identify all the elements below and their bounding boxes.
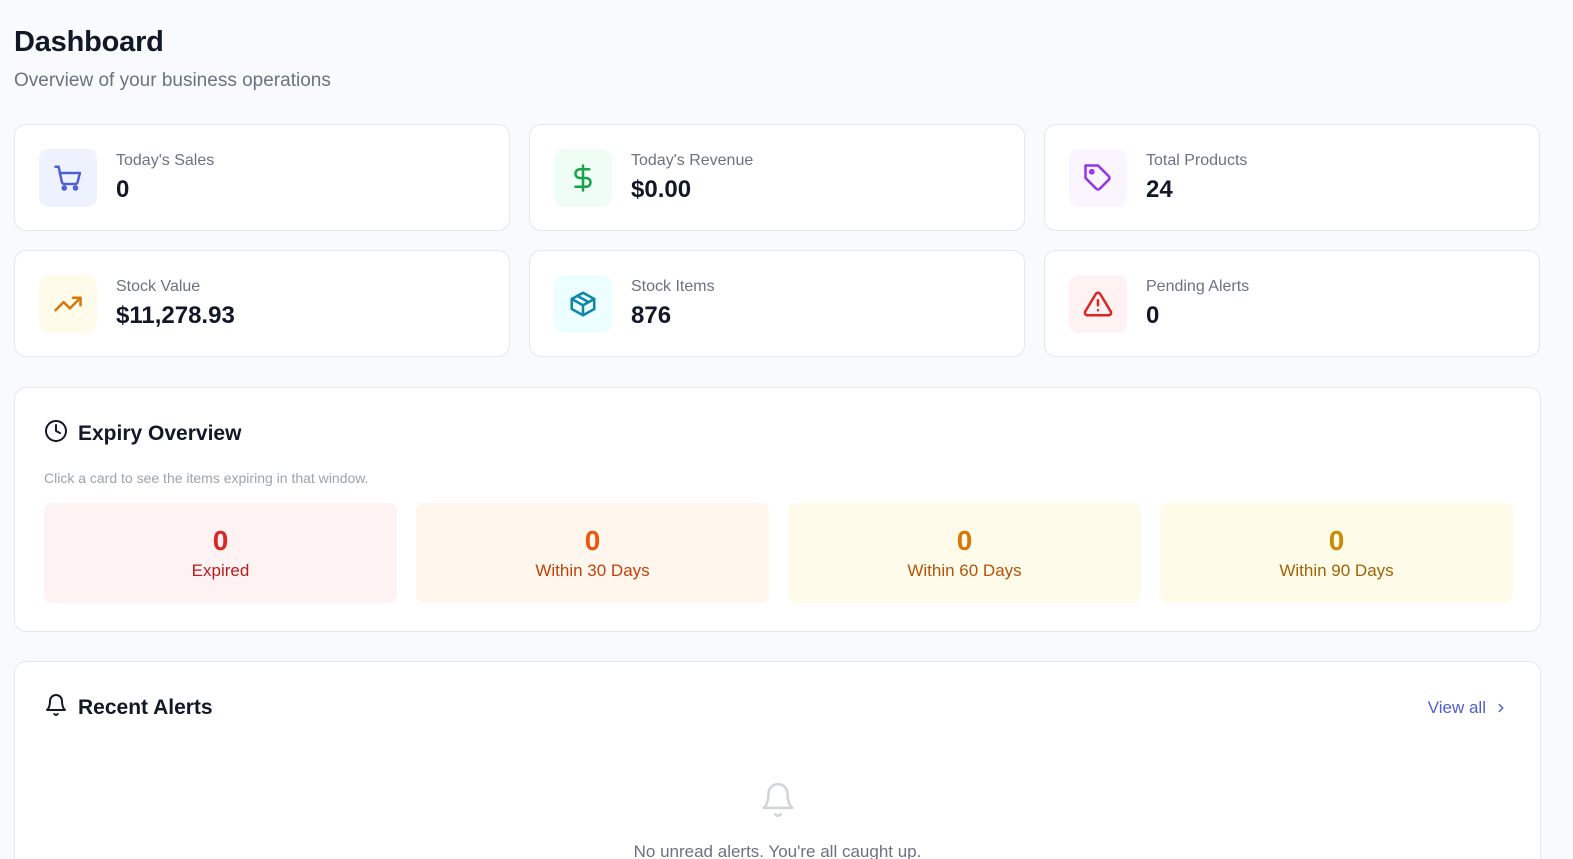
bell-icon [759, 781, 797, 824]
stats-grid: Today's Sales 0 Today's Revenue $0.00 To… [14, 124, 1541, 357]
tag-icon [1069, 148, 1127, 207]
dollar-icon [554, 148, 612, 207]
stat-card-pending-alerts: Pending Alerts 0 [1044, 250, 1540, 357]
alert-triangle-icon [1069, 274, 1127, 333]
package-icon [554, 274, 612, 333]
expiry-count: 0 [956, 525, 973, 556]
recent-alerts-panel: Recent Alerts View all No unread alerts.… [14, 661, 1541, 859]
expiry-label: Expired [191, 561, 250, 580]
view-all-label: View all [1427, 698, 1486, 717]
stat-label: Today's Sales [116, 151, 215, 169]
stat-label: Today's Revenue [631, 151, 754, 169]
expiry-overview-title: Expiry Overview [78, 421, 242, 445]
expiry-card-within-30-days[interactable]: 0 Within 30 Days [416, 503, 769, 603]
alerts-empty-text: No unread alerts. You're all caught up. [633, 842, 922, 859]
expiry-count: 0 [584, 525, 601, 556]
stat-card-todays-revenue: Today's Revenue $0.00 [529, 124, 1025, 231]
stat-label: Stock Items [631, 277, 715, 295]
stat-value: 0 [116, 175, 130, 203]
expiry-label: Within 30 Days [535, 561, 650, 580]
stat-value: $11,278.93 [116, 301, 235, 329]
recent-alerts-title: Recent Alerts [78, 695, 213, 719]
expiry-hint: Click a card to see the items expiring i… [44, 470, 369, 486]
stat-label: Total Products [1146, 151, 1248, 169]
stat-label: Pending Alerts [1146, 277, 1250, 295]
expiry-label: Within 60 Days [907, 561, 1022, 580]
stat-card-todays-sales: Today's Sales 0 [14, 124, 510, 231]
expiry-label: Within 90 Days [1279, 561, 1394, 580]
expiry-card-within-60-days[interactable]: 0 Within 60 Days [788, 503, 1141, 603]
stat-label: Stock Value [116, 277, 201, 295]
recent-alerts-header: Recent Alerts [44, 693, 213, 722]
stat-value: $0.00 [631, 175, 692, 203]
expiry-card-within-90-days[interactable]: 0 Within 90 Days [1160, 503, 1513, 603]
expiry-overview-header: Expiry Overview [44, 419, 241, 448]
stat-value: 0 [1146, 301, 1160, 329]
alerts-empty-state: No unread alerts. You're all caught up. [15, 781, 1540, 859]
dashboard-page: Dashboard Overview of your business oper… [0, 0, 1573, 859]
clock-icon [44, 419, 68, 448]
shopping-cart-icon [39, 148, 97, 207]
stat-card-stock-items: Stock Items 876 [529, 250, 1025, 357]
stat-value: 876 [631, 301, 672, 329]
stat-value: 24 [1146, 175, 1173, 203]
page-subtitle: Overview of your business operations [14, 70, 331, 91]
expiry-count: 0 [212, 525, 229, 556]
bell-icon [44, 693, 68, 722]
page-title: Dashboard [14, 26, 164, 58]
expiry-overview-panel: Expiry Overview Click a card to see the … [14, 387, 1541, 632]
stat-card-total-products: Total Products 24 [1044, 124, 1540, 231]
expiry-cards: 0 Expired 0 Within 30 Days 0 Within 60 D… [44, 503, 1513, 603]
view-all-link[interactable]: View all [1428, 698, 1508, 718]
stat-card-stock-value: Stock Value $11,278.93 [14, 250, 510, 357]
trending-up-icon [39, 274, 97, 333]
chevron-right-icon [1498, 703, 1504, 713]
expiry-count: 0 [1328, 525, 1345, 556]
expiry-card-expired[interactable]: 0 Expired [44, 503, 397, 603]
